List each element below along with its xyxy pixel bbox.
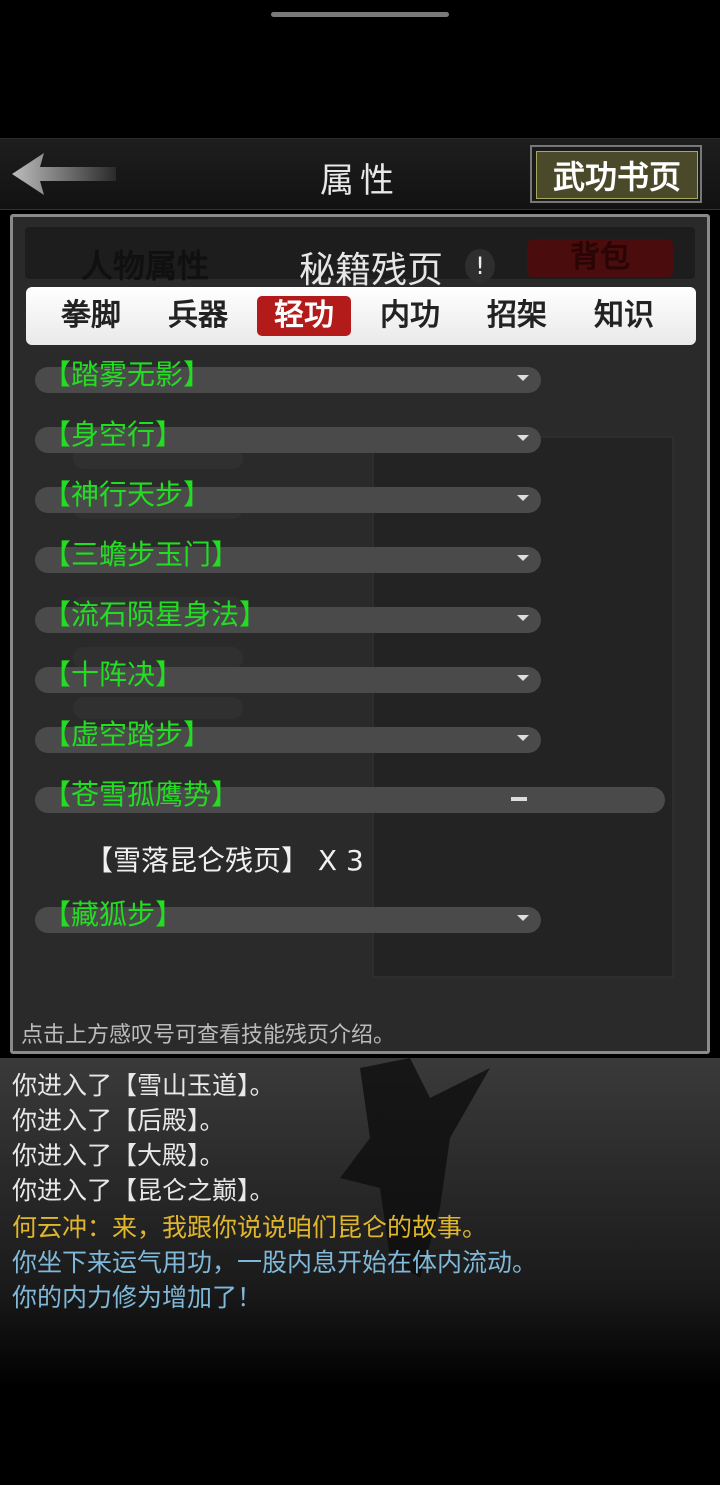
log-line: 你进入了【昆仑之巅】。 <box>12 1176 275 1205</box>
martial-book-button[interactable]: 武功书页 <box>530 145 702 203</box>
chevron-down-icon <box>517 675 529 681</box>
chevron-down-icon <box>517 735 529 741</box>
log-line: 你坐下来运气用功，一股内息开始在体内流动。 <box>12 1248 538 1277</box>
tab-lightness[interactable]: 轻功 <box>257 296 351 336</box>
hint-text: 点击上方感叹号可查看技能残页介绍。 <box>21 1023 396 1048</box>
panel-title: 秘籍残页 <box>298 250 443 291</box>
skill-row[interactable]: 【藏狐步】 <box>35 898 541 933</box>
back-button[interactable] <box>10 151 120 197</box>
martial-book-label: 武功书页 <box>536 151 698 199</box>
skill-row[interactable]: 【神行天步】 <box>35 478 541 513</box>
gesture-handle <box>271 12 449 17</box>
skill-name: 【虚空踏步】 <box>43 718 212 751</box>
chevron-down-icon <box>517 555 529 561</box>
skill-row[interactable]: 【流石陨星身法】 <box>35 598 541 633</box>
info-icon[interactable]: ! <box>465 249 495 283</box>
fragments-panel: 人物属性 背包 秘籍残页 ! 拳脚 兵器 轻功 内功 招架 知识 【踏雾无影】 … <box>10 214 710 1054</box>
log-line: 何云冲：来，我跟你说说咱们昆仑的故事。 <box>12 1213 488 1242</box>
panel-title-bar: 人物属性 背包 秘籍残页 ! <box>25 227 695 291</box>
back-arrow-icon <box>12 153 116 195</box>
tab-inner[interactable]: 内功 <box>363 296 457 336</box>
skill-name: 【十阵决】 <box>43 658 184 691</box>
skill-row[interactable]: 【踏雾无影】 <box>35 358 541 393</box>
fragment-item[interactable]: 【雪落昆仑残页】 X 3 <box>85 839 364 879</box>
chevron-down-icon <box>517 615 529 621</box>
category-tabs: 拳脚 兵器 轻功 内功 招架 知识 <box>26 287 696 345</box>
log-line: 你的内力修为增加了！ <box>12 1283 263 1312</box>
skill-row-expanded[interactable]: 【苍雪孤鹰势】 <box>35 778 665 813</box>
message-log: 你进入了【雪山玉道】。 你进入了【后殿】。 你进入了【大殿】。 你进入了【昆仑之… <box>0 1058 720 1388</box>
chevron-down-icon <box>517 495 529 501</box>
skill-row[interactable]: 【身空行】 <box>35 418 541 453</box>
skill-name: 【踏雾无影】 <box>43 358 212 391</box>
skill-name: 【苍雪孤鹰势】 <box>43 778 240 811</box>
log-line: 你进入了【雪山玉道】。 <box>12 1071 275 1100</box>
tab-parry[interactable]: 招架 <box>470 296 564 336</box>
skill-row[interactable]: 【三蟾步玉门】 <box>35 538 541 573</box>
chevron-down-icon <box>517 915 529 921</box>
tab-knowledge[interactable]: 知识 <box>577 296 671 336</box>
tab-weapon[interactable]: 兵器 <box>151 296 245 336</box>
chevron-down-icon <box>517 435 529 441</box>
collapse-icon <box>511 797 527 801</box>
skill-name: 【藏狐步】 <box>43 898 184 931</box>
skill-row[interactable]: 【十阵决】 <box>35 658 541 693</box>
skill-name: 【流石陨星身法】 <box>43 598 268 631</box>
tab-fist[interactable]: 拳脚 <box>44 296 138 336</box>
skill-name: 【神行天步】 <box>43 478 212 511</box>
log-line: 你进入了【后殿】。 <box>12 1106 225 1135</box>
skill-row[interactable]: 【虚空踏步】 <box>35 718 541 753</box>
chevron-down-icon <box>517 375 529 381</box>
skill-name: 【身空行】 <box>43 418 184 451</box>
log-line: 你进入了【大殿】。 <box>12 1141 225 1170</box>
header-bar: 属性 武功书页 <box>0 138 720 210</box>
skill-name: 【三蟾步玉门】 <box>43 538 240 571</box>
warrior-silhouette-icon <box>340 1058 490 1278</box>
